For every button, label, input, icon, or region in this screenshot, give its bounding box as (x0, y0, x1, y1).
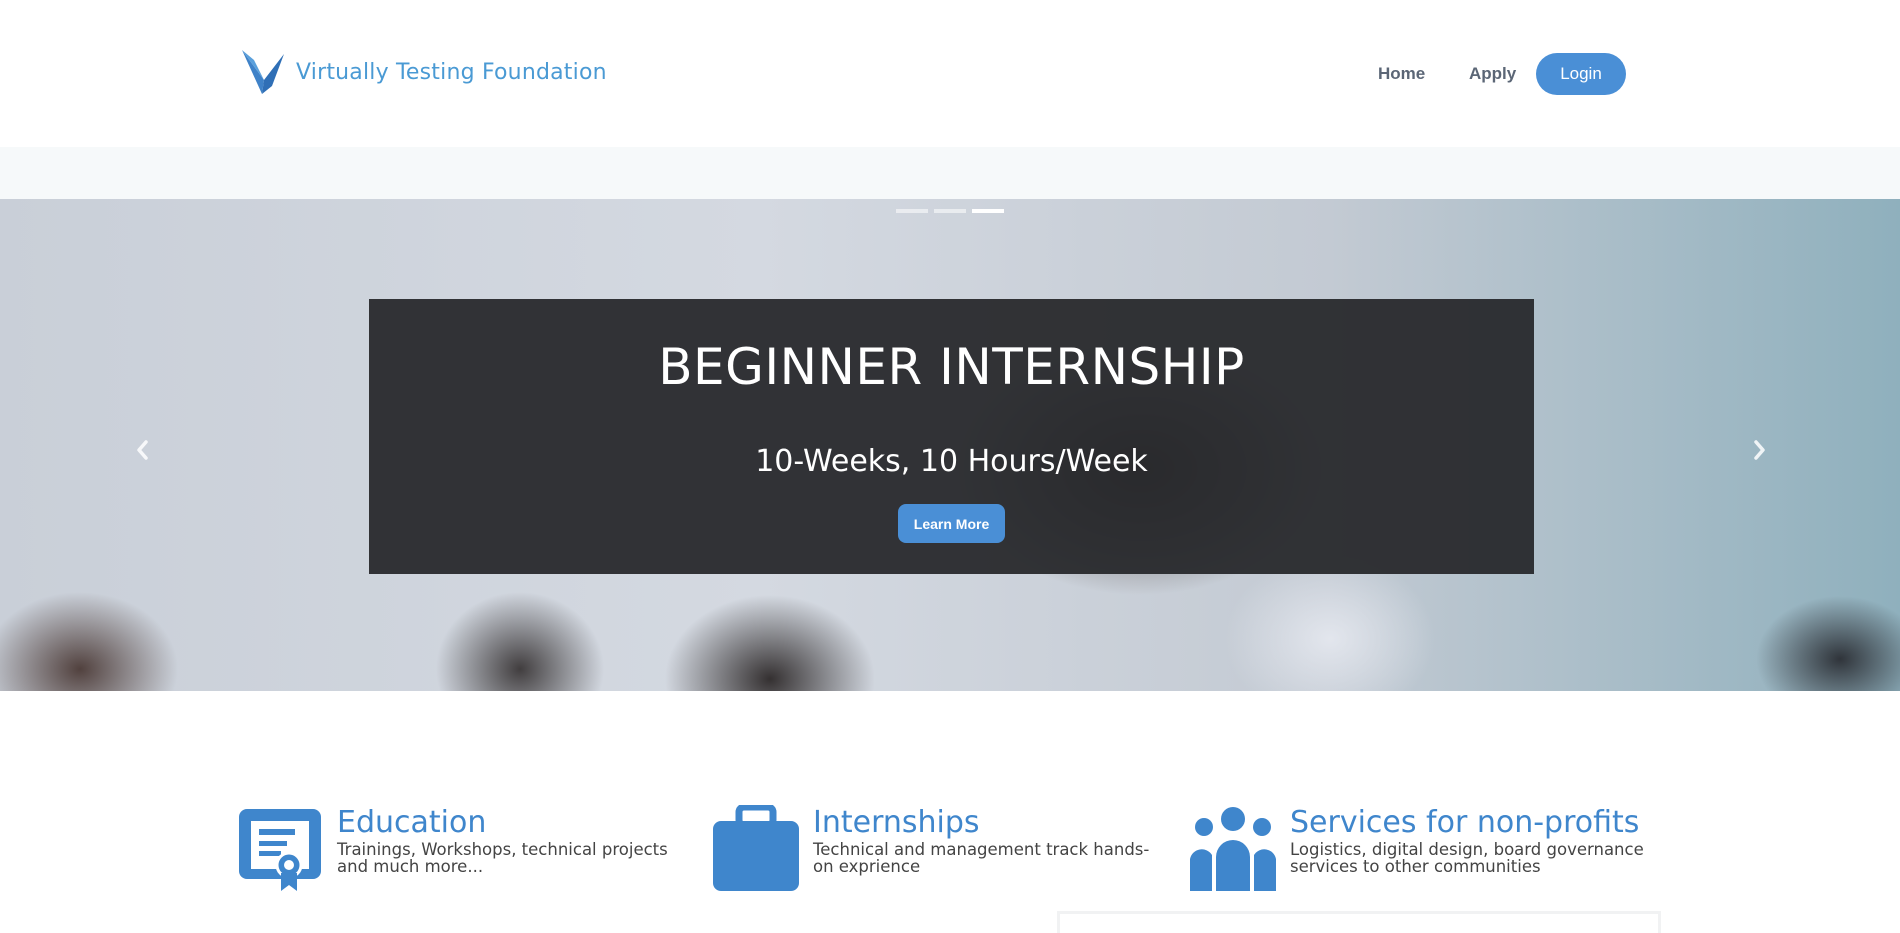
feature-education: Education Trainings, Workshops, technica… (237, 805, 687, 891)
briefcase-icon (713, 805, 799, 891)
carousel-indicator-1[interactable] (896, 209, 928, 213)
feature-description: Trainings, Workshops, technical projects… (337, 840, 668, 876)
features-section: Education Trainings, Workshops, technica… (237, 805, 1677, 895)
feature-services: Services for non-profits Logistics, digi… (1190, 805, 1670, 891)
feature-title: Services for non-profits (1290, 805, 1640, 840)
feature-internships: Internships Technical and management tra… (713, 805, 1163, 891)
carousel-prev-icon[interactable] (132, 436, 152, 464)
carousel-next-icon[interactable] (1750, 436, 1770, 464)
hero-title: BEGINNER INTERNSHIP (658, 338, 1245, 396)
learn-more-button[interactable]: Learn More (898, 504, 1005, 543)
feature-description: Technical and management track hands-on … (813, 840, 1150, 876)
brand[interactable]: Virtually Testing Foundation (242, 50, 607, 94)
hero-carousel: BEGINNER INTERNSHIP 10-Weeks, 10 Hours/W… (0, 199, 1900, 691)
carousel-caption: BEGINNER INTERNSHIP 10-Weeks, 10 Hours/W… (369, 299, 1534, 574)
brand-name: Virtually Testing Foundation (296, 59, 607, 85)
header-band (0, 147, 1900, 199)
certificate-icon (239, 809, 321, 891)
group-icon (1190, 807, 1276, 891)
login-button[interactable]: Login (1536, 53, 1626, 95)
feature-title: Internships (813, 805, 980, 840)
carousel-indicator-2[interactable] (934, 209, 966, 213)
brand-logo-icon (242, 50, 284, 94)
feature-title: Education (337, 805, 487, 840)
site-header: Virtually Testing Foundation Home Apply … (0, 0, 1900, 147)
nav-apply-link[interactable]: Apply (1469, 64, 1516, 84)
carousel-indicators (896, 209, 1004, 213)
feature-description: Logistics, digital design, board governa… (1290, 840, 1644, 876)
hero-subtitle: 10-Weeks, 10 Hours/Week (755, 444, 1148, 479)
nav-home-link[interactable]: Home (1378, 64, 1425, 84)
carousel-indicator-3[interactable] (972, 209, 1004, 213)
